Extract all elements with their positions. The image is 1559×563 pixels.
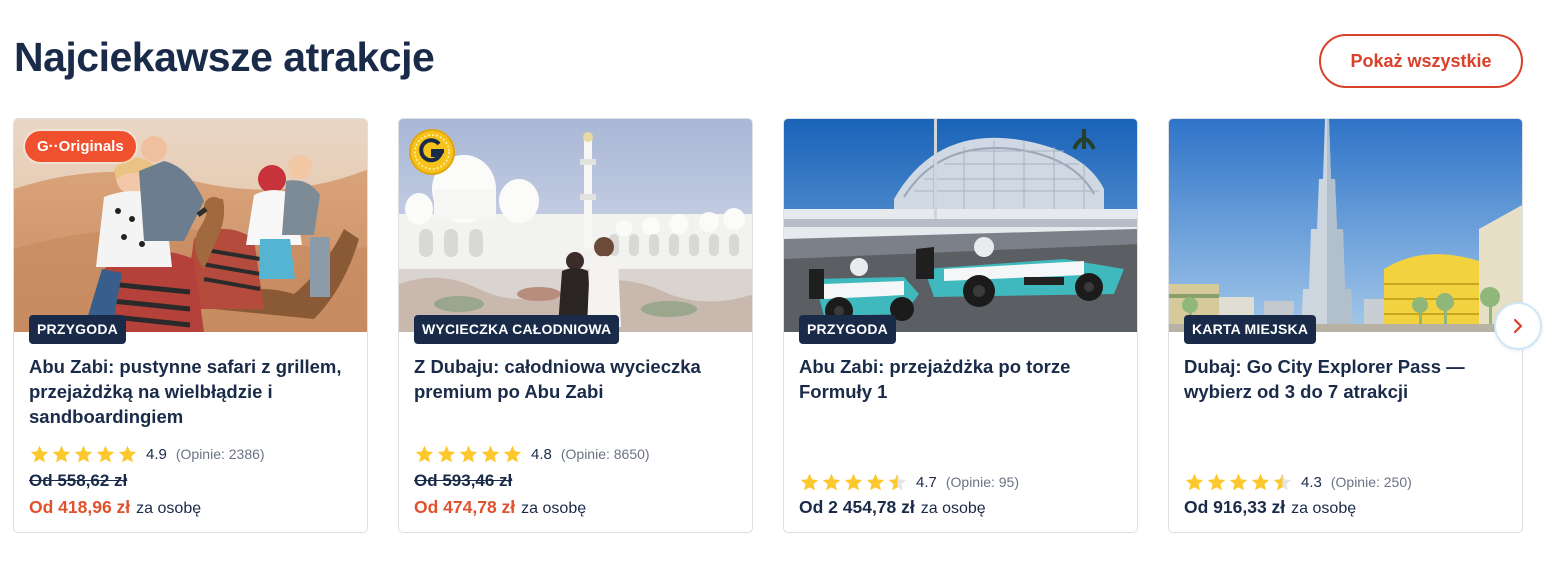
price-unit: za osobę bbox=[521, 500, 587, 517]
price-unit: za osobę bbox=[136, 500, 202, 517]
star-icon bbox=[822, 473, 841, 491]
current-price: Od 916,33 zł bbox=[1184, 497, 1286, 517]
rating-row: 4.7 (Opinie: 95) bbox=[799, 472, 1019, 492]
card-title[interactable]: Abu Zabi: pustynne safari z grillem, prz… bbox=[29, 354, 354, 429]
price-unit: za osobę bbox=[1291, 500, 1357, 517]
star-icon bbox=[481, 445, 500, 463]
star-icon bbox=[415, 445, 434, 463]
current-price: Od 2 454,78 zł bbox=[799, 497, 915, 517]
star-rating bbox=[29, 444, 138, 464]
star-icon bbox=[30, 445, 49, 463]
price-row: Od 474,78 zł za osobę bbox=[414, 497, 586, 518]
star-icon bbox=[96, 445, 115, 463]
rating-row: 4.3 (Opinie: 250) bbox=[1184, 472, 1412, 492]
section-title: Najciekawsze atrakcje bbox=[14, 34, 435, 80]
star-icon bbox=[800, 473, 819, 491]
activity-card-city-pass[interactable]: KARTA MIEJSKA Dubaj: Go City Explorer Pa… bbox=[1168, 118, 1523, 533]
rating-value: 4.8 bbox=[531, 445, 552, 463]
activity-card-desert-safari[interactable]: G··Originals PRZYGODA Abu Zabi: pustynne… bbox=[13, 118, 368, 533]
review-count: (Opinie: 95) bbox=[945, 474, 1020, 490]
rating-value: 4.3 bbox=[1301, 473, 1322, 491]
rating-value: 4.7 bbox=[916, 473, 937, 491]
category-tag: KARTA MIEJSKA bbox=[1184, 315, 1317, 344]
originals-badge: G··Originals bbox=[25, 131, 136, 162]
review-count: (Opinie: 8650) bbox=[560, 446, 650, 462]
current-price: Od 418,96 zł bbox=[29, 497, 131, 517]
g-coin-icon bbox=[409, 129, 455, 175]
star-icon bbox=[74, 445, 93, 463]
rating-row: 4.9 (Opinie: 2386) bbox=[29, 444, 265, 464]
star-icon bbox=[844, 473, 863, 491]
review-count: (Opinie: 2386) bbox=[175, 446, 265, 462]
chevron-right-icon bbox=[1513, 318, 1523, 334]
star-icon bbox=[437, 445, 456, 463]
old-price: Od 593,46 zł bbox=[414, 471, 513, 490]
category-tag: WYCIECZKA CAŁODNIOWA bbox=[414, 315, 620, 344]
activity-card-abu-dhabi-tour[interactable]: WYCIECZKA CAŁODNIOWA Z Dubaju: całodniow… bbox=[398, 118, 753, 533]
category-tag: PRZYGODA bbox=[799, 315, 896, 344]
category-tag: PRZYGODA bbox=[29, 315, 126, 344]
old-price: Od 558,62 zł bbox=[29, 471, 128, 490]
price-row: Od 2 454,78 zł za osobę bbox=[799, 497, 986, 518]
card-title[interactable]: Z Dubaju: całodniowa wycieczka premium p… bbox=[414, 354, 739, 404]
card-image bbox=[784, 119, 1137, 332]
star-icon bbox=[1229, 473, 1248, 491]
half-star-icon bbox=[888, 473, 907, 491]
star-icon bbox=[866, 473, 885, 491]
star-rating bbox=[1184, 472, 1293, 492]
card-image bbox=[1169, 119, 1522, 332]
rating-value: 4.9 bbox=[146, 445, 167, 463]
review-count: (Opinie: 250) bbox=[1330, 474, 1412, 490]
star-icon bbox=[1251, 473, 1270, 491]
card-image bbox=[399, 119, 752, 332]
rating-row: 4.8 (Opinie: 8650) bbox=[414, 444, 650, 464]
current-price: Od 474,78 zł bbox=[414, 497, 516, 517]
star-icon bbox=[503, 445, 522, 463]
price-row: Od 916,33 zł za osobę bbox=[1184, 497, 1356, 518]
card-title[interactable]: Dubaj: Go City Explorer Pass — wybierz o… bbox=[1184, 354, 1509, 404]
star-icon bbox=[459, 445, 478, 463]
price-row: Od 418,96 zł za osobę bbox=[29, 497, 201, 518]
star-rating bbox=[414, 444, 523, 464]
star-rating bbox=[799, 472, 908, 492]
card-image: G··Originals bbox=[14, 119, 367, 332]
half-star-icon bbox=[1273, 473, 1292, 491]
star-icon bbox=[1207, 473, 1226, 491]
show-all-button[interactable]: Pokaż wszystkie bbox=[1319, 34, 1523, 88]
carousel-next-button[interactable] bbox=[1494, 302, 1542, 350]
activity-card-formula-one[interactable]: PRZYGODA Abu Zabi: przejażdżka po torze … bbox=[783, 118, 1138, 533]
star-icon bbox=[1185, 473, 1204, 491]
star-icon bbox=[52, 445, 71, 463]
price-unit: za osobę bbox=[920, 500, 986, 517]
card-title[interactable]: Abu Zabi: przejażdżka po torze Formuły 1 bbox=[799, 354, 1124, 404]
star-icon bbox=[118, 445, 137, 463]
